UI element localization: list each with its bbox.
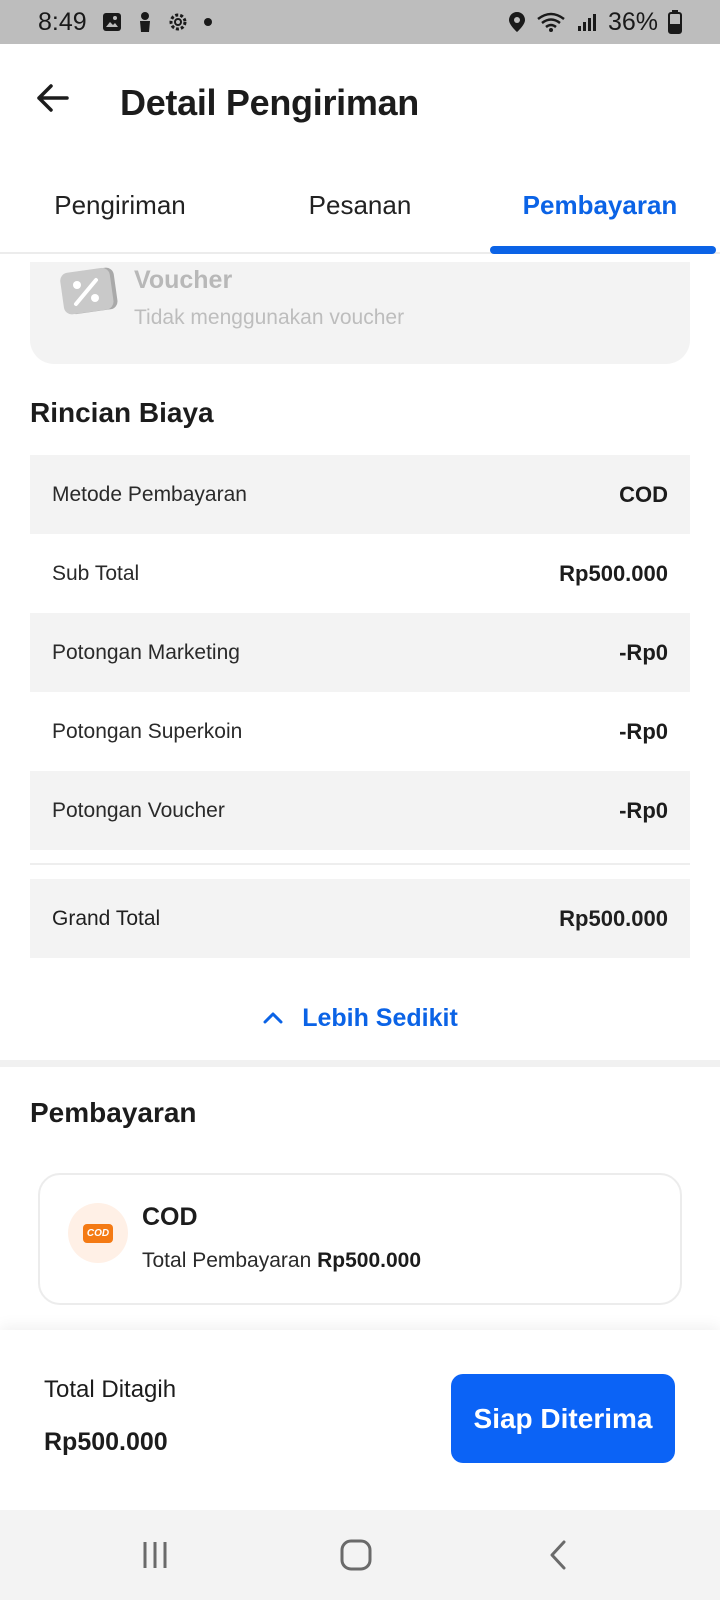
- payment-total-value: Rp500.000: [317, 1249, 422, 1272]
- wifi-icon: [536, 11, 566, 33]
- payment-total-line: Total Pembayaran Rp500.000: [142, 1249, 421, 1273]
- tab-pesanan[interactable]: Pesanan: [240, 164, 480, 252]
- grand-total-label: Grand Total: [52, 906, 161, 930]
- section-divider: [0, 1060, 720, 1067]
- cost-row-label: Potongan Marketing: [52, 640, 240, 664]
- home-button[interactable]: [326, 1530, 386, 1580]
- chevron-up-icon: [263, 1012, 283, 1024]
- back-button[interactable]: [28, 74, 76, 122]
- voucher-title: Voucher: [134, 266, 233, 294]
- cost-row-value: -Rp0: [619, 797, 668, 823]
- gear-icon: [167, 11, 189, 33]
- grand-total-row: Grand Total Rp500.000: [30, 879, 690, 958]
- voucher-card[interactable]: Voucher Tidak menggunakan voucher: [30, 262, 690, 364]
- app-header: Detail Pengiriman: [0, 44, 720, 164]
- nav-back-button[interactable]: [528, 1530, 588, 1580]
- status-time: 8:49: [38, 7, 87, 36]
- payment-section-title: Pembayaran: [30, 1097, 197, 1128]
- percent-icon: [60, 264, 118, 320]
- grand-total-value: Rp500.000: [559, 905, 668, 931]
- payment-method-name: COD: [142, 1203, 198, 1231]
- system-nav-bar: [0, 1510, 720, 1600]
- recent-apps-icon: [143, 1542, 167, 1568]
- cost-row-voucher-discount: Potongan Voucher -Rp0: [30, 771, 690, 850]
- cost-row-value: COD: [619, 481, 668, 507]
- cost-row-subtotal: Sub Total Rp500.000: [30, 534, 690, 613]
- checkout-bar: Total Ditagih Rp500.000 Siap Diterima: [0, 1330, 720, 1510]
- bill-label: Total Ditagih: [44, 1376, 177, 1403]
- battery-icon: [668, 10, 682, 34]
- cost-row-label: Potongan Superkoin: [52, 719, 243, 743]
- home-icon: [340, 1539, 372, 1571]
- image-icon: [101, 11, 123, 33]
- recent-apps-button[interactable]: [125, 1530, 185, 1580]
- cost-row-label: Potongan Voucher: [52, 798, 225, 822]
- status-bar: 8:49 36%: [0, 0, 720, 44]
- cost-row-marketing-discount: Potongan Marketing -Rp0: [30, 613, 690, 692]
- person-icon: [137, 11, 153, 33]
- cost-row-value: Rp500.000: [559, 560, 668, 586]
- ready-to-receive-button[interactable]: Siap Diterima: [451, 1374, 675, 1463]
- tab-bar: Pengiriman Pesanan Pembayaran: [0, 164, 720, 254]
- dot-icon: [203, 17, 213, 27]
- cod-badge-text: COD: [82, 1223, 114, 1243]
- cost-row-value: -Rp0: [619, 718, 668, 744]
- tab-pembayaran[interactable]: Pembayaran: [480, 164, 720, 254]
- cost-row-label: Metode Pembayaran: [52, 482, 247, 506]
- page-title: Detail Pengiriman: [120, 82, 419, 123]
- cost-row-label: Sub Total: [52, 561, 140, 585]
- battery-percent: 36%: [607, 7, 658, 36]
- cost-details-title: Rincian Biaya: [30, 397, 214, 428]
- payment-total-label: Total Pembayaran: [142, 1249, 312, 1272]
- show-less-button[interactable]: Lebih Sedikit: [0, 990, 720, 1046]
- cost-row-payment-method: Metode Pembayaran COD: [30, 455, 690, 534]
- signal-icon: [576, 11, 598, 33]
- voucher-subtitle: Tidak menggunakan voucher: [134, 306, 405, 329]
- cost-row-superkoin-discount: Potongan Superkoin -Rp0: [30, 692, 690, 771]
- arrow-left-icon: [37, 84, 69, 112]
- location-icon: [508, 11, 526, 33]
- cost-row-value: -Rp0: [619, 639, 668, 665]
- payment-method-card[interactable]: COD COD Total Pembayaran Rp500.000: [38, 1173, 682, 1305]
- tab-pengiriman[interactable]: Pengiriman: [0, 164, 240, 252]
- cost-list: Metode Pembayaran COD Sub Total Rp500.00…: [30, 455, 690, 850]
- show-less-label: Lebih Sedikit: [302, 1003, 458, 1032]
- cod-icon: COD: [68, 1203, 128, 1263]
- bill-amount: Rp500.000: [44, 1428, 168, 1456]
- divider: [30, 863, 690, 865]
- nav-back-icon: [550, 1540, 566, 1570]
